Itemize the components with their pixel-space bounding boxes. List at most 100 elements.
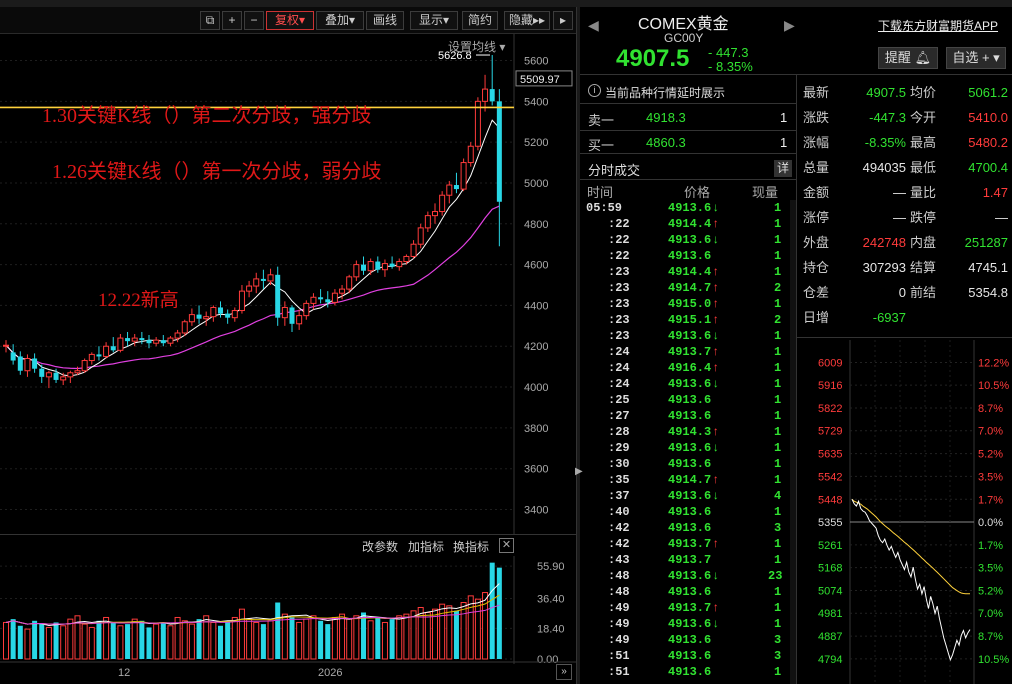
volume-bar — [267, 620, 274, 660]
buy-label: 买一 — [588, 138, 615, 153]
stat-value: -447.3 — [869, 110, 906, 125]
pct-tick-label: 12.2% — [978, 357, 1009, 369]
x-tick-label: 2026 — [318, 667, 342, 679]
trade-time: :48 — [608, 585, 630, 599]
stat-row: 涨停 — 跌停 — — [800, 205, 1012, 230]
candle-body — [146, 340, 152, 344]
buy-row: 买一 4860.3 1 — [580, 130, 796, 154]
draw-button[interactable]: 画线 — [366, 11, 404, 30]
trade-time: :49 — [608, 601, 630, 615]
candle-body — [10, 352, 16, 361]
trade-time: :24 — [608, 345, 630, 359]
price-change: - 447.3 — [708, 45, 749, 60]
download-app-link[interactable]: 下载东方财富期货APP — [878, 17, 998, 34]
overlay-dropdown[interactable]: 叠加▾ — [316, 11, 364, 30]
candle-body — [181, 321, 188, 334]
candle-body — [467, 145, 474, 164]
volume-bar — [331, 616, 338, 660]
candle — [367, 258, 374, 275]
trade-list[interactable]: 05:59 4913.6 ↓ 1:22 4914.4 ↑ 1:22 4913.6 ↓ 1:22 49… — [580, 200, 796, 684]
volume-bar — [96, 620, 102, 659]
candle — [496, 89, 502, 247]
volume-bar — [110, 622, 116, 659]
trade-volume: 3 — [774, 649, 782, 663]
candle — [125, 331, 131, 347]
intraday-chart[interactable]: 6009 12.2% 5916 10.5% 5822 8.7% 5729 7.0% 5635 5.… — [798, 340, 1012, 684]
fuquan-dropdown[interactable]: 复权▾ — [266, 11, 314, 30]
trade-row: :28 4914.3 ↑ 1 — [580, 424, 794, 440]
ma-slow-line — [5, 205, 500, 370]
stat-label: 总量 — [803, 160, 830, 175]
trade-row: :22 4913.6 1 — [580, 248, 794, 264]
stat-value: 0 — [898, 285, 906, 300]
candle-body — [160, 340, 166, 344]
trade-volume: 1 — [774, 217, 782, 231]
window-icon[interactable]: ⧉ — [200, 11, 220, 30]
add-indicator-button[interactable]: 加指标 — [408, 538, 444, 555]
volume-bar — [375, 617, 381, 659]
sell-label: 卖一 — [588, 113, 615, 128]
next-instrument-icon[interactable]: ▶ — [784, 17, 795, 34]
volume-bar — [453, 610, 459, 659]
volume-bar — [296, 621, 303, 660]
stat-label: 最高 — [910, 135, 937, 150]
prev-instrument-icon[interactable]: ◀ — [588, 17, 599, 34]
simple-button[interactable]: 简约 — [462, 11, 498, 30]
expand-icon[interactable]: ▸ — [553, 11, 573, 30]
candle — [381, 259, 388, 277]
trade-price: 4913.7 — [668, 553, 712, 567]
stat-value: 307293 — [862, 260, 906, 275]
trade-row: :49 4913.7 ↑ 1 — [580, 600, 794, 616]
volume-bar — [60, 625, 67, 660]
remind-button[interactable]: 提醒 🔔︎ — [878, 47, 938, 69]
hide-button[interactable]: 隐藏▸▸ — [504, 11, 550, 30]
trade-time: :22 — [608, 233, 630, 247]
zoom-in-icon[interactable]: + — [222, 11, 242, 30]
volume-bar — [281, 613, 288, 660]
trade-price: 4913.6 — [668, 665, 712, 679]
trade-price: 4913.6 — [668, 393, 712, 407]
trade-direction-icon: ↑ — [712, 473, 720, 487]
volume-bar — [225, 620, 231, 659]
pct-tick-label: 7.0% — [978, 608, 1003, 620]
trade-time: :42 — [608, 537, 630, 551]
price-tick-label: 4794 — [818, 654, 842, 666]
ma-setting-button[interactable]: 设置均线 ▾ — [448, 38, 505, 55]
volume-chart[interactable]: 55.9036.4018.400.0012 2026 — [0, 556, 576, 684]
fuquan-label: 复权 — [274, 13, 299, 27]
stat-row: 金额 — 量比 1.47 — [800, 180, 1012, 205]
candle-body — [74, 370, 81, 374]
stat-value: 4700.4 — [968, 160, 1008, 175]
trade-direction-icon: ↑ — [712, 425, 720, 439]
ticks-detail-button[interactable]: 详 — [774, 160, 792, 177]
candle — [439, 191, 446, 216]
trade-time: :23 — [608, 313, 630, 327]
watchlist-button[interactable]: 自选 + ▾ — [946, 47, 1006, 69]
stat-value: 494035 — [862, 160, 906, 175]
volume-bar — [3, 621, 9, 660]
params-button[interactable]: 改参数 — [362, 538, 398, 555]
candle-body — [417, 227, 424, 245]
volume-bar — [467, 595, 474, 660]
candle — [103, 342, 110, 359]
close-icon[interactable]: ✕ — [499, 538, 514, 553]
zoom-out-icon[interactable]: − — [244, 11, 264, 30]
switch-indicator-button[interactable]: 换指标 — [453, 538, 489, 555]
trade-direction-icon: ↓ — [712, 377, 720, 391]
trade-row: :40 4913.6 1 — [580, 504, 794, 520]
trade-row: :22 4913.6 ↓ 1 — [580, 232, 794, 248]
trade-time: :28 — [608, 425, 630, 439]
forward-icon[interactable]: » — [556, 664, 572, 680]
kline-chart[interactable]: 3400 3600 3800 4000 4200 4400 4600 4800 5000 5200… — [0, 34, 576, 534]
quote-header: ◀ ▶ COMEX黄金 GC00Y 4907.5 - 447.3 - 8.35%… — [580, 7, 1012, 74]
info-icon: i — [588, 84, 601, 97]
display-dropdown[interactable]: 显示▾ — [410, 11, 458, 30]
trade-volume: 1 — [774, 265, 782, 279]
volume-bar — [460, 602, 467, 660]
trade-price: 4914.4 — [668, 265, 712, 279]
candle-body — [482, 88, 489, 102]
volume-bar — [32, 620, 38, 659]
candle — [45, 370, 52, 389]
candle-body — [410, 243, 417, 257]
y-tick-label: 4200 — [524, 341, 548, 353]
